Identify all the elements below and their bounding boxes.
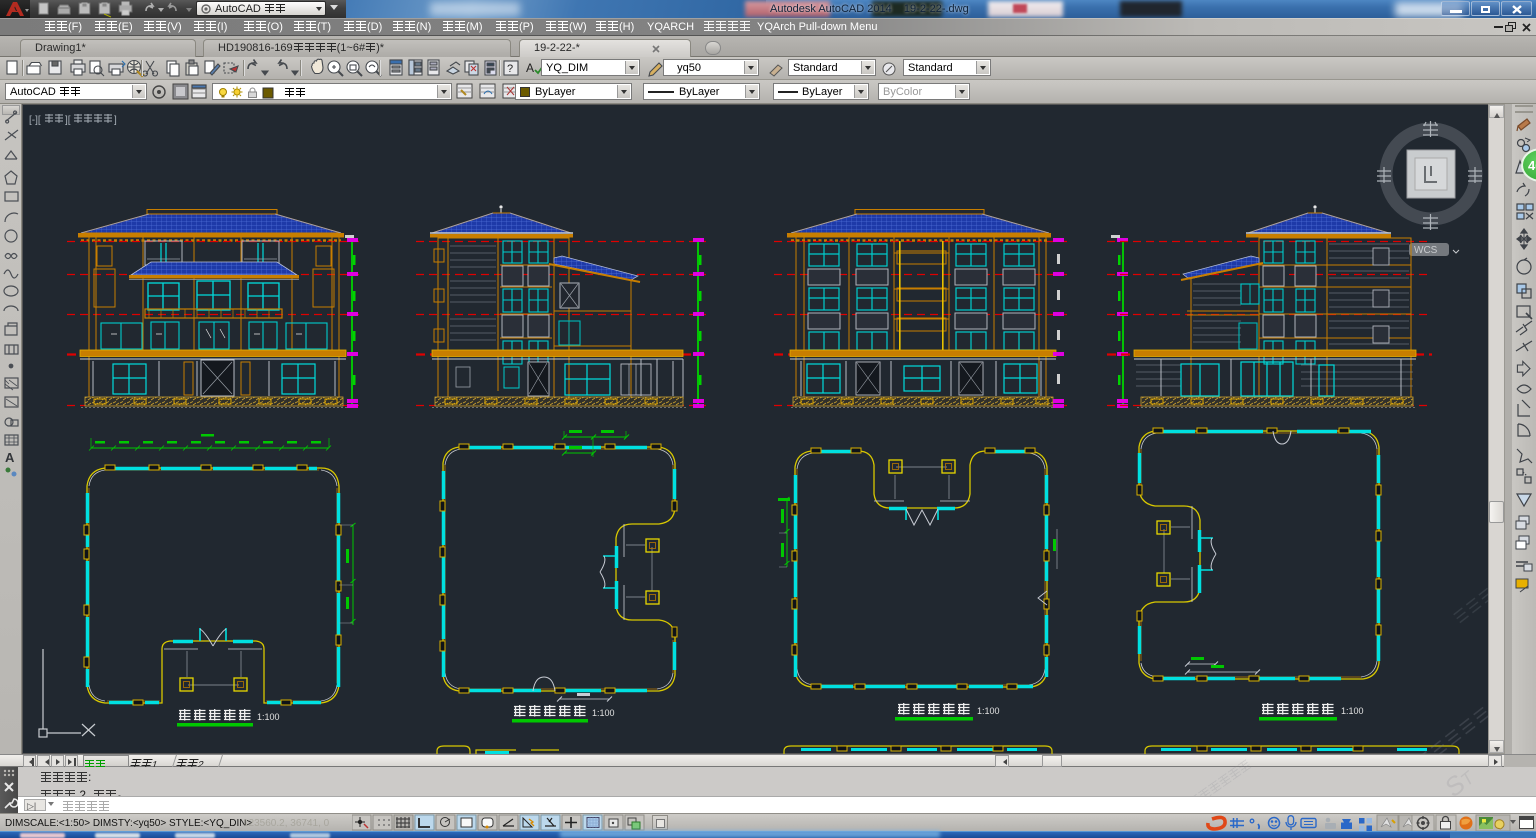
svg-text:1:100: 1:100 xyxy=(592,708,615,718)
svg-text:[-][: [-][ xyxy=(29,115,41,126)
svg-text:1:100: 1:100 xyxy=(1341,706,1364,716)
svg-text:]: ] xyxy=(114,115,117,126)
svg-text:][: ][ xyxy=(65,115,71,126)
svg-text:WCS: WCS xyxy=(1414,245,1438,256)
svg-text:1:100: 1:100 xyxy=(977,706,1000,716)
svg-text:A: A xyxy=(5,450,15,465)
svg-text:?: ? xyxy=(507,63,513,75)
svg-text:1:100: 1:100 xyxy=(257,712,280,722)
svg-text:A: A xyxy=(526,61,534,75)
